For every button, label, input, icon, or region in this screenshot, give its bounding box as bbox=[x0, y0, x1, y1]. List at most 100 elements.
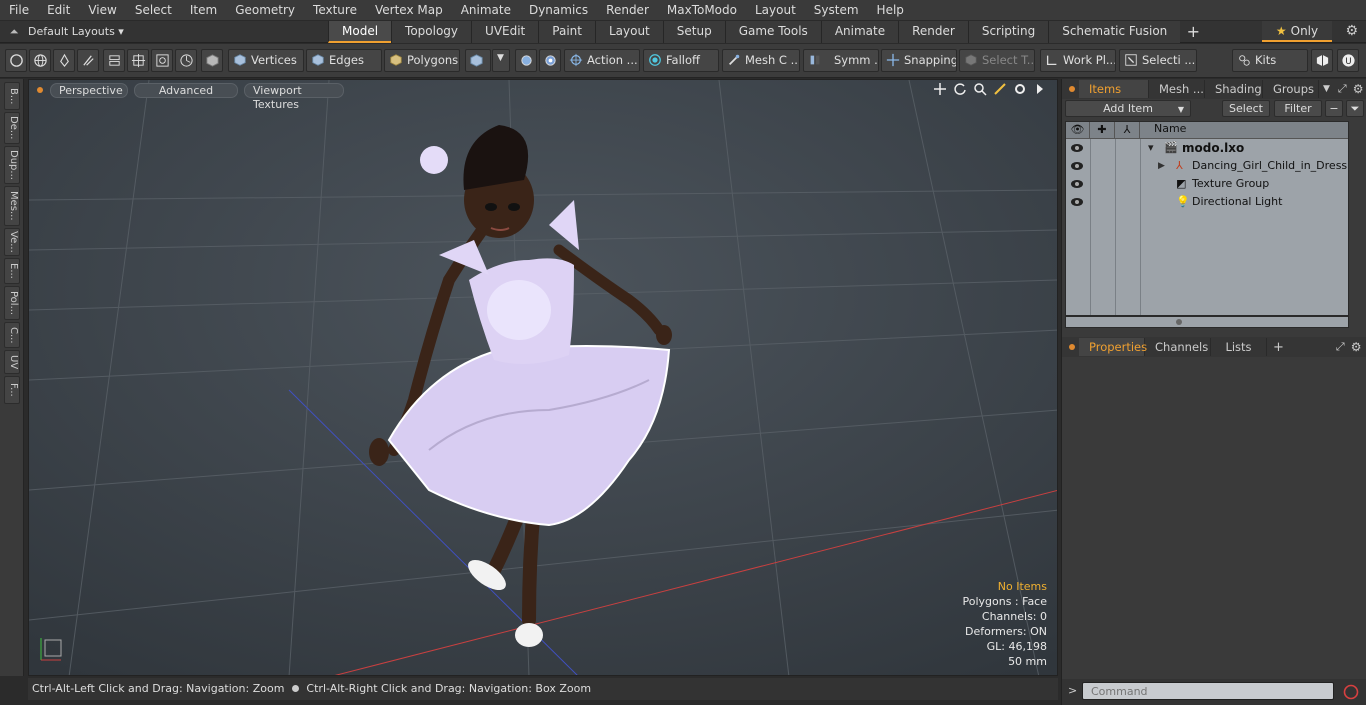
item-row[interactable]: ◩ Texture Group bbox=[1066, 175, 1348, 193]
tab-layout[interactable]: Layout bbox=[594, 20, 663, 43]
add-item-button[interactable]: Add Item ▼ bbox=[1065, 100, 1191, 117]
menu-edit[interactable]: Edit bbox=[38, 3, 79, 17]
brush-tool-button[interactable] bbox=[77, 49, 99, 72]
add-tab-button[interactable]: + bbox=[1180, 22, 1206, 42]
tab-shading[interactable]: Shading bbox=[1205, 80, 1263, 98]
pen-tool-button[interactable] bbox=[53, 49, 75, 72]
item-mode-button[interactable] bbox=[201, 49, 223, 72]
gear-icon[interactable]: ⚙ bbox=[1345, 23, 1358, 39]
frame-button[interactable] bbox=[151, 49, 173, 72]
tab-animate[interactable]: Animate bbox=[820, 20, 899, 43]
items-horizontal-scrollbar[interactable] bbox=[1065, 316, 1349, 328]
only-button[interactable]: ★ Only bbox=[1262, 21, 1332, 42]
menu-dynamics[interactable]: Dynamics bbox=[520, 3, 597, 17]
tab-uvedit[interactable]: UVEdit bbox=[471, 20, 539, 43]
menu-texture[interactable]: Texture bbox=[304, 3, 366, 17]
tab-render[interactable]: Render bbox=[898, 20, 968, 43]
command-input[interactable] bbox=[1082, 682, 1334, 700]
eye-icon[interactable] bbox=[1070, 196, 1084, 208]
panel-menu-dot[interactable] bbox=[1069, 344, 1075, 350]
vtab-curve[interactable]: C... bbox=[4, 322, 20, 348]
edges-button[interactable]: Edges bbox=[306, 49, 382, 72]
tab-scripting[interactable]: Scripting bbox=[967, 20, 1049, 43]
name-column-header[interactable]: Name bbox=[1140, 122, 1186, 138]
menu-file[interactable]: File bbox=[0, 3, 38, 17]
panel-gear-icon[interactable]: ⚙ bbox=[1351, 340, 1362, 354]
record-stop-icon[interactable] bbox=[1343, 684, 1359, 700]
item-row[interactable]: ▶ ⅄ Dancing_Girl_Child_in_Dress bbox=[1066, 157, 1348, 175]
menu-vertex-map[interactable]: Vertex Map bbox=[366, 3, 452, 17]
advanced-dropdown[interactable]: Advanced bbox=[134, 82, 238, 98]
tab-channels[interactable]: Channels bbox=[1145, 338, 1211, 356]
fit-view-icon[interactable] bbox=[993, 82, 1007, 96]
tab-lists[interactable]: Lists bbox=[1211, 338, 1267, 356]
kits-button[interactable]: Kits bbox=[1232, 49, 1308, 72]
work-plane-button[interactable]: Work Pl... bbox=[1040, 49, 1116, 72]
tab-mesh[interactable]: Mesh ... bbox=[1149, 80, 1205, 98]
tab-schematic-fusion[interactable]: Schematic Fusion bbox=[1048, 20, 1181, 43]
falloff-button[interactable]: Falloff bbox=[643, 49, 719, 72]
item-row[interactable]: ▾ 🎬 modo.lxo bbox=[1066, 139, 1348, 157]
item-row[interactable]: 💡 Directional Light bbox=[1066, 193, 1348, 211]
panel-menu-dot[interactable] bbox=[1069, 86, 1075, 92]
tab-game-tools[interactable]: Game Tools bbox=[724, 20, 821, 43]
select-mode-circle-button[interactable] bbox=[5, 49, 27, 72]
menu-geometry[interactable]: Geometry bbox=[226, 3, 304, 17]
viewport-expand-arrow-icon[interactable] bbox=[1033, 82, 1047, 96]
auto-key-button[interactable] bbox=[539, 49, 561, 72]
vtab-deform[interactable]: De... bbox=[4, 112, 20, 144]
vtab-edge[interactable]: E... bbox=[4, 258, 20, 284]
tab-items[interactable]: Items bbox=[1079, 80, 1149, 98]
eye-icon[interactable] bbox=[1070, 178, 1084, 190]
perspective-dropdown[interactable]: Perspective bbox=[50, 82, 128, 98]
material-mode-dropdown[interactable]: ▼ bbox=[492, 49, 510, 72]
layout-selector[interactable]: Default Layouts ▾ bbox=[28, 25, 328, 38]
material-mode-button[interactable] bbox=[465, 49, 491, 72]
expand-arrow-icon[interactable]: ▾ bbox=[1148, 139, 1154, 157]
menu-layout[interactable]: Layout bbox=[746, 3, 805, 17]
eye-icon[interactable] bbox=[1070, 160, 1084, 172]
vtab-uv[interactable]: UV bbox=[4, 350, 20, 374]
unreal-button[interactable]: U bbox=[1337, 49, 1359, 72]
action-center-button[interactable]: Action ... bbox=[564, 49, 640, 72]
panel-gear-icon[interactable]: ⚙ bbox=[1353, 82, 1364, 96]
polygons-button[interactable]: Polygons bbox=[384, 49, 460, 72]
vtab-mesh-edit[interactable]: Mes... bbox=[4, 186, 20, 226]
collapse-arrow-icon[interactable]: ▶ bbox=[1158, 157, 1165, 175]
select-through-button[interactable]: Select T... bbox=[959, 49, 1035, 72]
vtab-duplicate[interactable]: Dup... bbox=[4, 146, 20, 184]
viewport-textures-dropdown[interactable]: Viewport Textures bbox=[244, 82, 344, 111]
unity-button[interactable] bbox=[1311, 49, 1333, 72]
menu-select[interactable]: Select bbox=[126, 3, 181, 17]
panel-expand-icon[interactable]: ⤢ bbox=[1338, 82, 1347, 96]
filter-button[interactable]: Filter bbox=[1274, 100, 1322, 117]
menu-system[interactable]: System bbox=[805, 3, 868, 17]
symmetry-button[interactable]: Symm ... bbox=[803, 49, 879, 72]
snapping-button[interactable]: Snapping bbox=[881, 49, 957, 72]
menu-view[interactable]: View bbox=[79, 3, 125, 17]
zoom-view-icon[interactable] bbox=[973, 82, 987, 96]
type-column-icon[interactable]: ⅄ bbox=[1115, 122, 1140, 139]
rotate-view-icon[interactable] bbox=[953, 82, 967, 96]
vertices-button[interactable]: Vertices bbox=[228, 49, 304, 72]
vtab-basic[interactable]: B... bbox=[4, 82, 20, 110]
select-button[interactable]: Select bbox=[1222, 100, 1270, 117]
vtab-fusion[interactable]: F... bbox=[4, 376, 20, 404]
vtab-polygon[interactable]: Pol... bbox=[4, 286, 20, 320]
center-button[interactable] bbox=[127, 49, 149, 72]
align-button[interactable] bbox=[103, 49, 125, 72]
tab-groups[interactable]: Groups bbox=[1263, 80, 1319, 98]
layout-menu-icon[interactable]: ⏶ bbox=[0, 25, 28, 39]
scroll-thumb[interactable] bbox=[1176, 319, 1182, 325]
move-view-icon[interactable] bbox=[933, 82, 947, 96]
globe-button[interactable] bbox=[29, 49, 51, 72]
tab-properties[interactable]: Properties bbox=[1079, 338, 1147, 356]
symmetry-toggle-button[interactable] bbox=[515, 49, 537, 72]
eye-icon[interactable] bbox=[1070, 142, 1084, 154]
menu-help[interactable]: Help bbox=[868, 3, 913, 17]
panel-expand-icon[interactable]: ⤢ bbox=[1336, 340, 1345, 354]
tab-paint[interactable]: Paint bbox=[538, 20, 595, 43]
vtab-vertex[interactable]: Ve... bbox=[4, 228, 20, 256]
tab-topology[interactable]: Topology bbox=[391, 20, 472, 43]
tab-setup[interactable]: Setup bbox=[662, 20, 725, 43]
